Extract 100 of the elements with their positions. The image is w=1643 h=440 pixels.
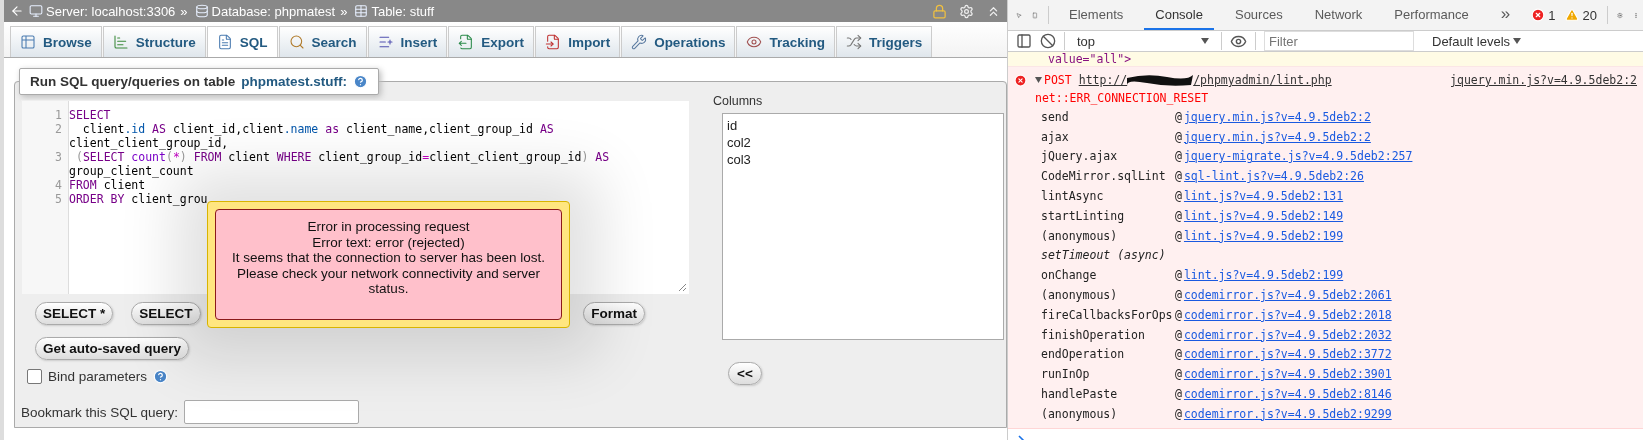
tab[interactable]: Import: [535, 26, 621, 57]
tab[interactable]: SQL: [206, 26, 278, 57]
table-link[interactable]: phpmatest.stuff:: [241, 74, 348, 89]
more-tabs-button[interactable]: »: [1489, 0, 1522, 30]
source-link[interactable]: codemirror.js?v=4.9.5deb2:2061: [1183, 288, 1392, 303]
help-icon[interactable]: [353, 74, 369, 89]
error-text: Error text: error (rejected): [312, 234, 465, 250]
tab[interactable]: Operations: [621, 26, 736, 57]
breadcrumb-link[interactable]: Database: phpmatest: [211, 3, 336, 19]
devtools-tab[interactable]: Network: [1303, 0, 1374, 30]
devtools-tab[interactable]: Elements: [1058, 0, 1135, 30]
at-sign: @: [1175, 268, 1182, 283]
source-link[interactable]: codemirror.js?v=4.9.5deb2:8146: [1183, 387, 1392, 402]
function-name: CodeMirror.sqlLint: [1041, 169, 1167, 184]
tab[interactable]: Browse: [10, 26, 102, 57]
source-link[interactable]: lint.js?v=4.9.5deb2:199: [1183, 268, 1344, 283]
tab[interactable]: Search: [278, 26, 367, 57]
devtools-tab[interactable]: Performance: [1383, 0, 1480, 30]
checkbox[interactable]: [27, 369, 42, 384]
at-sign: @: [1175, 208, 1182, 223]
at-sign: @: [1175, 307, 1182, 322]
tab[interactable]: Structure: [102, 26, 206, 57]
tab[interactable]: Insert: [367, 26, 448, 57]
source-link[interactable]: codemirror.js?v=4.9.5deb2:9299: [1183, 406, 1392, 421]
function-name: finishOperation: [1041, 327, 1146, 342]
breadcrumb-separator: »: [180, 3, 188, 19]
lock-icon[interactable]: [932, 3, 947, 19]
chart-icon: [112, 34, 129, 50]
source-link[interactable]: codemirror.js?v=4.9.5deb2:3772: [1183, 347, 1392, 362]
columns-list[interactable]: id col2 col3: [722, 113, 1004, 340]
devtools-tab[interactable]: Sources: [1223, 0, 1294, 30]
at-sign: @: [1175, 367, 1182, 382]
async-label: setTimeout (async): [1041, 248, 1167, 263]
breadcrumb-link[interactable]: Table: stuff: [371, 3, 435, 19]
source-link[interactable]: sql-lint.js?v=4.9.5deb2:26: [1183, 169, 1364, 184]
error-icon: [1014, 73, 1027, 87]
monitor-icon: [29, 4, 43, 18]
source-link[interactable]: jquery.min.js?v=4.9.5deb2:2: [1450, 73, 1637, 87]
query-button[interactable]: SELECT *: [35, 302, 114, 325]
settings-icon[interactable]: [959, 3, 974, 19]
column-item[interactable]: col2: [727, 134, 1003, 151]
function-name: jQuery.ajax: [1041, 149, 1119, 164]
function-name: (anonymous): [1041, 228, 1119, 243]
at-sign: @: [1175, 406, 1182, 421]
column-item[interactable]: col3: [727, 151, 1003, 168]
file-export-icon: [458, 34, 475, 50]
levels-dropdown[interactable]: Default levels: [1426, 32, 1528, 50]
at-sign: @: [1175, 288, 1182, 303]
function-name: ajax: [1041, 129, 1070, 144]
source-link[interactable]: jquery-migrate.js?v=4.9.5deb2:257: [1183, 149, 1413, 164]
source-link[interactable]: codemirror.js?v=4.9.5deb2:2032: [1183, 327, 1392, 342]
error-count[interactable]: 1: [1548, 7, 1556, 23]
line-number: 2: [54, 122, 63, 138]
bookmark-field[interactable]: [184, 400, 360, 424]
line-number: 1: [54, 108, 63, 122]
bookmark-label: Bookmark this SQL query:: [21, 404, 179, 420]
at-sign: @: [1175, 129, 1182, 144]
sidebar-icon[interactable]: [1016, 33, 1032, 49]
context-dropdown[interactable]: top: [1073, 31, 1213, 51]
source-link[interactable]: codemirror.js?v=4.9.5deb2:3901: [1183, 367, 1392, 382]
legend-text: Run SQL query/queries on table: [30, 74, 236, 89]
source-link[interactable]: lint.js?v=4.9.5deb2:149: [1183, 208, 1344, 223]
warning-count[interactable]: 20: [1582, 7, 1597, 23]
breadcrumb-link[interactable]: Server: localhost:3306: [46, 3, 176, 19]
expand-triangle-icon[interactable]: [1035, 77, 1042, 83]
source-link[interactable]: lint.js?v=4.9.5deb2:131: [1183, 189, 1344, 204]
code-line: FROM client: [69, 178, 147, 192]
tab[interactable]: Export: [448, 26, 535, 57]
url-link[interactable]: http://: [1078, 73, 1128, 87]
table-icon: [20, 34, 36, 50]
source-link[interactable]: jquery.min.js?v=4.9.5deb2:2: [1183, 109, 1371, 124]
column-item[interactable]: id: [727, 117, 1003, 134]
help-icon[interactable]: [153, 369, 169, 384]
function-name: startLinting: [1041, 208, 1126, 223]
insert-column-button[interactable]: <<: [728, 362, 762, 385]
caret-icon: [1201, 38, 1209, 44]
autosave-button[interactable]: Get auto-saved query: [35, 337, 190, 360]
url-link[interactable]: /phpmyadmin/lint.php: [1193, 73, 1332, 87]
file-import-icon: [545, 34, 562, 50]
source-link[interactable]: jquery.min.js?v=4.9.5deb2:2: [1183, 129, 1371, 144]
filter-field[interactable]: Filter: [1264, 31, 1414, 51]
source-link[interactable]: lint.js?v=4.9.5deb2:199: [1183, 228, 1344, 243]
error-text: Error in processing request: [307, 219, 470, 235]
resize-grip-icon[interactable]: [678, 283, 687, 292]
at-sign: @: [1175, 387, 1182, 402]
function-name: send: [1041, 109, 1070, 124]
database-icon: [194, 4, 209, 18]
source-link[interactable]: codemirror.js?v=4.9.5deb2:2018: [1183, 307, 1392, 322]
devtools-tab[interactable]: Console: [1144, 0, 1214, 30]
function-name: fireCallbacksForOps: [1041, 307, 1174, 322]
list-plus-icon: [377, 34, 394, 50]
document-icon: [216, 34, 233, 50]
line-number: 5: [54, 192, 63, 206]
format-button[interactable]: Format: [583, 302, 645, 325]
at-sign: @: [1175, 109, 1182, 124]
tab[interactable]: Tracking: [736, 26, 835, 57]
query-button[interactable]: SELECT: [131, 302, 201, 325]
clear-icon[interactable]: [1040, 33, 1056, 49]
tab[interactable]: Triggers: [835, 26, 933, 57]
line-number: 3: [54, 150, 63, 166]
